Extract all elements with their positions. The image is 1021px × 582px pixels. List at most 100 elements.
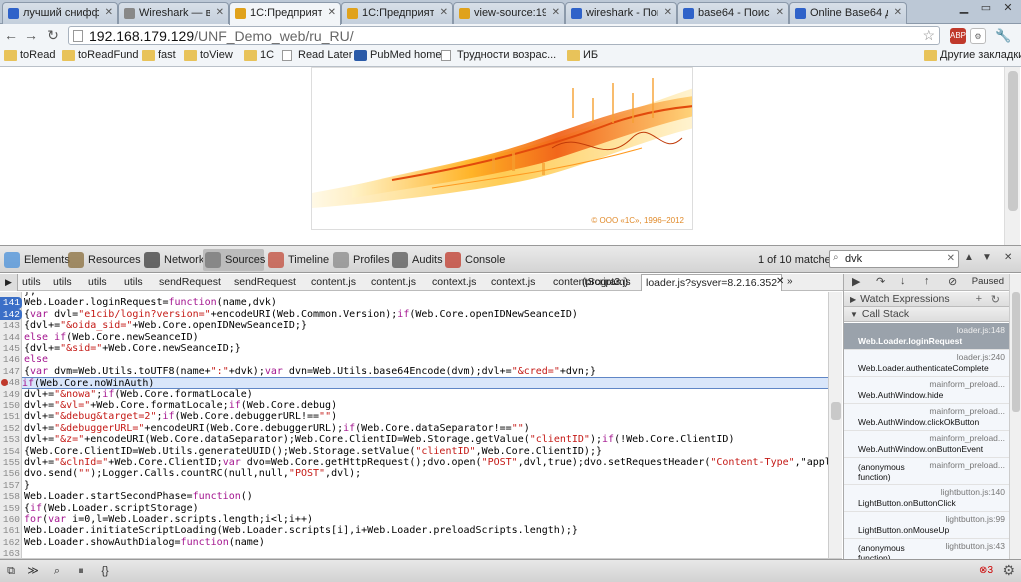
close-tab-icon[interactable]: ✕ <box>105 7 113 18</box>
bookmark-item[interactable]: PubMed home <box>354 49 442 61</box>
browser-tab[interactable]: лучший сниффер ✕ <box>2 2 118 24</box>
call-frame[interactable]: (anonymous function) mainform_preload... <box>844 458 1009 485</box>
step-into-icon[interactable]: ↓ <box>900 275 906 287</box>
bookmark-item[interactable]: Read Later <box>282 49 352 61</box>
file-tab[interactable]: sendRequest <box>159 276 221 288</box>
call-frame[interactable]: Web.AuthWindow.onButtonEvent mainform_pre… <box>844 431 1009 458</box>
line-number[interactable]: 142 <box>0 308 22 321</box>
line-number[interactable]: 154 <box>0 446 22 457</box>
close-tab-icon[interactable]: ✕ <box>552 7 560 18</box>
call-frame[interactable]: LightButton.onButtonClick lightbutton.js:… <box>844 485 1009 512</box>
file-tab[interactable]: utils <box>88 276 107 288</box>
browser-tab[interactable]: 1С:Предприяти ✕ <box>229 2 341 25</box>
panel-tab-console[interactable]: Console <box>443 249 505 271</box>
add-watch-icon[interactable]: + <box>976 293 982 305</box>
address-bar[interactable]: 192.168.179.129/UNF_Demo_web/ru_RU/ ☆ <box>68 26 940 45</box>
next-match-icon[interactable]: ▼ <box>982 252 992 263</box>
forward-icon[interactable]: → <box>22 26 40 44</box>
file-tab[interactable]: utils <box>22 276 41 288</box>
line-number[interactable]: 146 <box>0 354 22 365</box>
deactivate-breakpoints-icon[interactable]: ⊘ <box>948 275 957 288</box>
code-scrollbar[interactable] <box>828 292 842 558</box>
pause-resume-icon[interactable]: ▶ <box>852 275 860 288</box>
bookmark-item[interactable]: 1C <box>244 49 274 61</box>
line-number[interactable]: 159 <box>0 503 22 514</box>
line-number[interactable]: 150 <box>0 400 22 411</box>
file-tab[interactable]: context.js <box>432 276 476 288</box>
browser-tab[interactable]: 1С:Предприяти ✕ <box>341 2 453 24</box>
file-tab[interactable]: loader.js?sysver=8.2.16.352 <box>641 274 783 291</box>
sidebar-scrollbar[interactable] <box>1009 274 1021 566</box>
line-number[interactable]: 141 <box>0 297 22 309</box>
panel-tab-audits[interactable]: Audits <box>390 249 443 271</box>
bookmark-item[interactable]: toRead <box>4 49 55 61</box>
line-number[interactable]: 151 <box>0 411 22 422</box>
call-frame[interactable]: Web.Loader.authenticateComplete loader.js… <box>844 350 1009 377</box>
minimize-icon[interactable]: ▁ <box>953 0 975 16</box>
line-number[interactable]: 145 <box>0 343 22 354</box>
file-tab[interactable]: (program) <box>582 276 628 288</box>
pause-on-exceptions-icon[interactable]: ⏸ <box>72 563 90 579</box>
call-stack-header[interactable]: ▼ Call Stack <box>844 307 1009 322</box>
file-tab[interactable]: content.js <box>371 276 416 288</box>
other-bookmarks[interactable]: Другие закладки <box>924 49 1021 61</box>
show-console-icon[interactable]: ≫ <box>24 563 42 579</box>
maximize-icon[interactable]: ▭ <box>975 0 997 16</box>
line-number[interactable]: 144 <box>0 332 22 343</box>
line-gutter[interactable]: 141 142 143 144 145 146 147 148 149 150 151 152 153 1… <box>0 292 22 558</box>
pretty-print-icon[interactable]: {} <box>96 563 114 579</box>
close-tab-icon[interactable]: ✕ <box>216 7 224 18</box>
close-tab-icon[interactable]: ✕ <box>440 7 448 18</box>
panel-tab-profiles[interactable]: Profiles <box>331 249 390 271</box>
browser-tab[interactable]: Online Base64 д ✕ <box>789 2 907 24</box>
panel-tab-timeline[interactable]: Timeline <box>266 249 329 271</box>
panel-tab-elements[interactable]: Elements <box>2 249 70 271</box>
reload-icon[interactable]: ↻ <box>44 26 62 44</box>
watch-expressions-header[interactable]: ▶ Watch Expressions + ↻ <box>844 292 1009 307</box>
adblock-icon[interactable]: ABP <box>950 28 966 44</box>
line-number[interactable]: 156 <box>0 468 22 479</box>
panel-tab-resources[interactable]: Resources <box>66 249 141 271</box>
error-count[interactable]: ⊗3 <box>979 565 993 576</box>
browser-tab[interactable]: wireshark - Пои ✕ <box>565 2 677 24</box>
file-tab[interactable]: context.js <box>491 276 535 288</box>
close-tab-icon[interactable]: ✕ <box>328 7 336 18</box>
step-over-icon[interactable]: ↷ <box>876 275 885 288</box>
menu-wrench-icon[interactable]: 🔧 <box>995 28 1011 44</box>
step-out-icon[interactable]: ↑ <box>924 275 930 287</box>
line-number[interactable]: 158 <box>0 491 22 502</box>
bookmark-star-icon[interactable]: ☆ <box>922 27 935 44</box>
panel-tab-network[interactable]: Network <box>142 249 204 271</box>
settings-gear-icon[interactable]: ⚙ <box>1002 562 1015 579</box>
line-number[interactable]: 143 <box>0 320 22 331</box>
close-tab-icon[interactable]: ✕ <box>664 7 672 18</box>
line-number[interactable]: 147 <box>0 366 22 377</box>
clear-search-icon[interactable]: ✕ <box>947 253 955 264</box>
file-tab[interactable]: sendRequest <box>234 276 296 288</box>
file-navigator-icon[interactable]: ▶ <box>0 274 18 291</box>
line-number[interactable]: 162 <box>0 537 22 548</box>
close-file-icon[interactable]: ✕ <box>776 276 784 287</box>
line-number[interactable]: 160 <box>0 514 22 525</box>
call-frame[interactable]: LightButton.onMouseUp lightbutton.js:99 <box>844 512 1009 539</box>
file-tab[interactable]: content.js <box>311 276 356 288</box>
call-frame[interactable]: Web.AuthWindow.clickOkButton mainform_pre… <box>844 404 1009 431</box>
extension-icon[interactable]: ⚙ <box>970 28 986 44</box>
search-icon[interactable]: ⌕ <box>48 563 66 579</box>
line-number[interactable]: 163 <box>0 548 22 558</box>
more-files-icon[interactable]: » <box>787 276 793 287</box>
file-tab[interactable]: utils <box>53 276 72 288</box>
file-tab[interactable]: utils <box>124 276 143 288</box>
bookmark-item[interactable]: Трудности возрас... <box>441 49 556 61</box>
page-scrollbar[interactable] <box>1004 67 1020 245</box>
browser-tab[interactable]: Wireshark — ве ✕ <box>118 2 229 24</box>
bookmark-item[interactable]: toView <box>184 49 233 61</box>
line-number[interactable]: 148 <box>0 377 22 388</box>
dock-to-main-icon[interactable]: ⧉ <box>2 563 20 579</box>
devtools-search-input[interactable]: ⌕ dvk ✕ <box>829 250 959 268</box>
close-window-icon[interactable]: ✕ <box>997 0 1019 16</box>
close-devtools-icon[interactable]: ✕ <box>1004 252 1012 263</box>
bookmark-item[interactable]: toReadFund <box>62 49 139 61</box>
line-number[interactable]: 157 <box>0 480 22 491</box>
bookmark-item[interactable]: ИБ <box>567 49 598 61</box>
